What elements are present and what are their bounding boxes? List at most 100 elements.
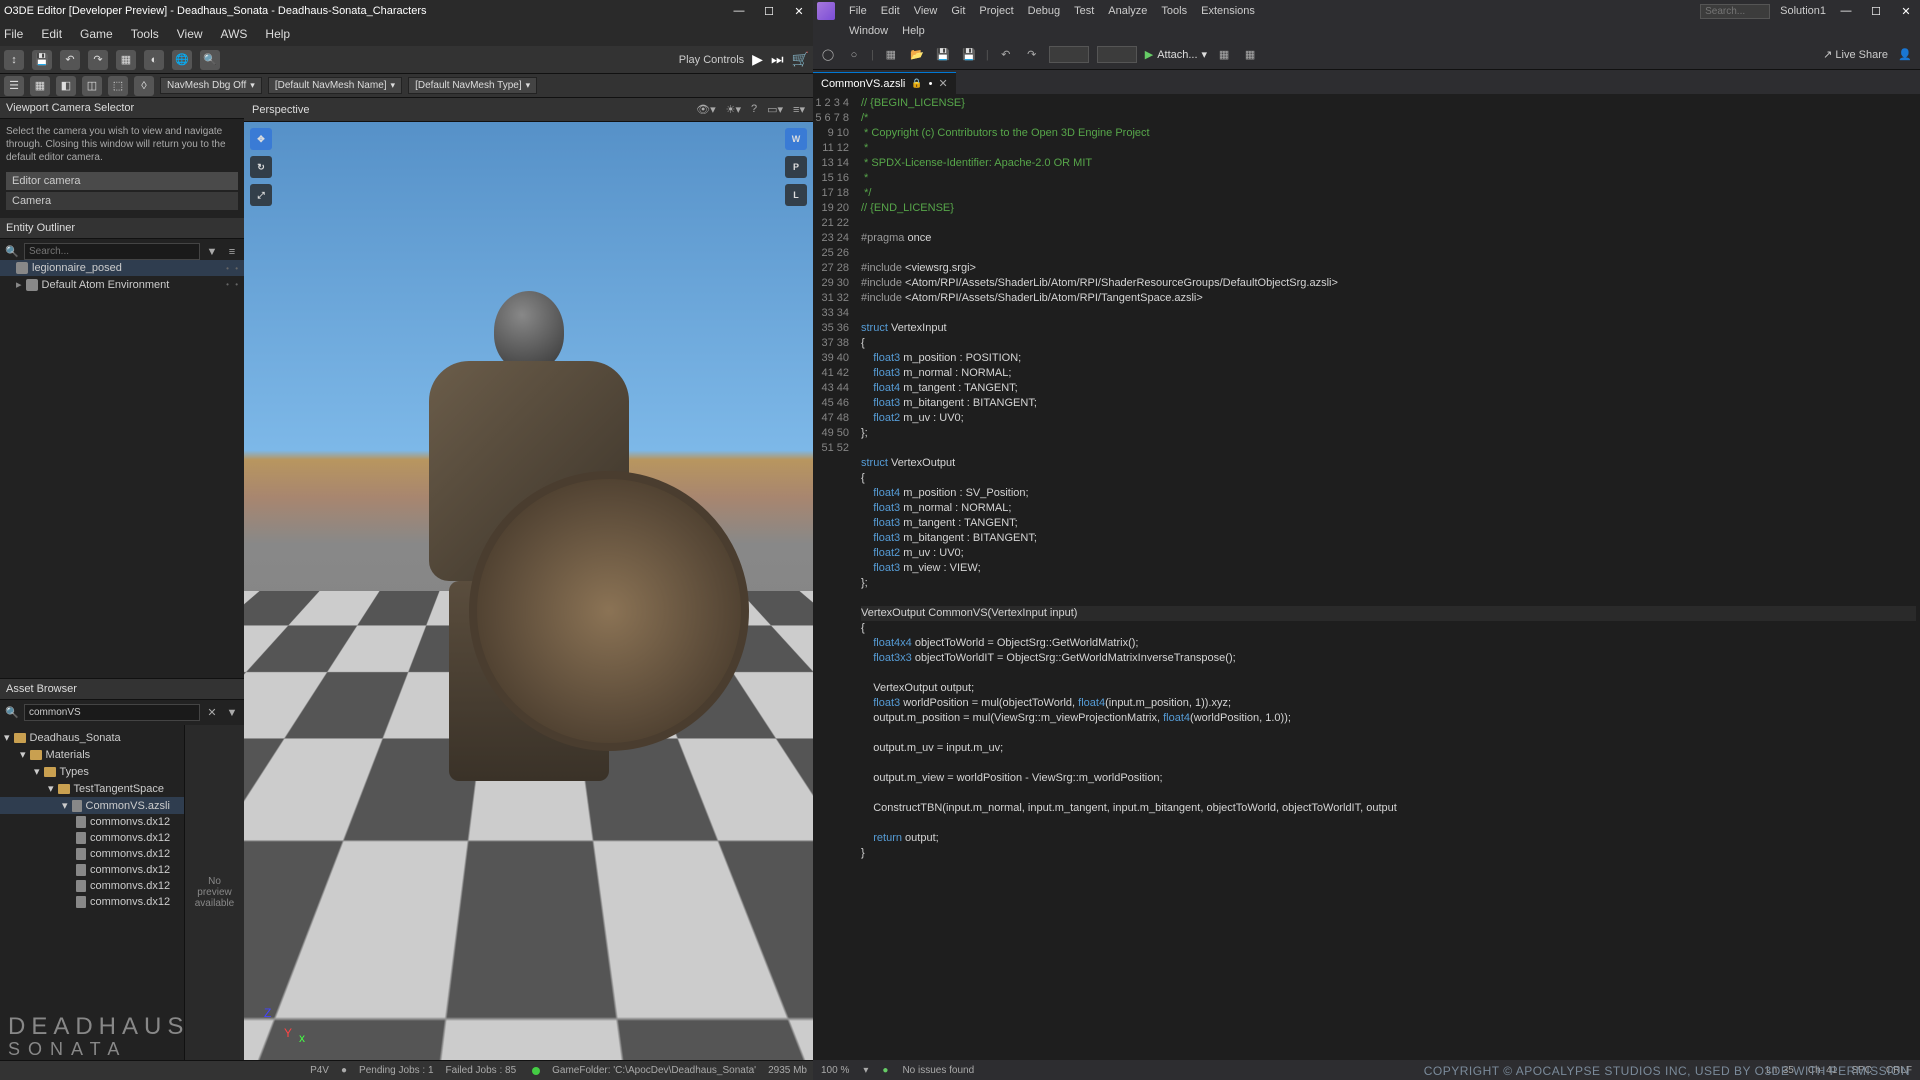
tree-file[interactable]: commonvs.dx12 — [0, 894, 184, 910]
tb-icon[interactable]: ▦ — [1215, 46, 1233, 64]
tree-file[interactable]: commonvs.dx12 — [0, 862, 184, 878]
vs-menu-help[interactable]: Help — [902, 25, 925, 37]
tool-icon[interactable]: ▦ — [116, 50, 136, 70]
tool-icon[interactable]: ◐ — [144, 50, 164, 70]
vs-maximize[interactable]: ☐ — [1866, 1, 1886, 21]
tb-icon[interactable]: ▦ — [1241, 46, 1259, 64]
tree-folder[interactable]: ▾Materials — [0, 746, 184, 763]
item-dots[interactable]: • • — [226, 280, 240, 289]
camera-item-camera[interactable]: Camera — [6, 192, 238, 210]
vs-menu-view[interactable]: View — [914, 5, 938, 17]
cart-icon[interactable]: 🛒 — [792, 51, 809, 68]
filter-icon[interactable]: ▼ — [204, 244, 220, 260]
menu-view[interactable]: View — [177, 27, 203, 41]
vs-close[interactable]: ✕ — [1896, 1, 1916, 21]
step-button[interactable]: ⏭ — [771, 51, 784, 68]
help-icon[interactable]: ? — [751, 103, 757, 116]
vs-menu-file[interactable]: File — [849, 5, 867, 17]
vs-menu-extensions[interactable]: Extensions — [1201, 5, 1255, 17]
vs-search[interactable] — [1700, 4, 1770, 19]
vs-menu-test[interactable]: Test — [1074, 5, 1094, 17]
tool-icon[interactable]: ↶ — [60, 50, 80, 70]
badge-l[interactable]: L — [785, 184, 807, 206]
tree-folder[interactable]: ▾Deadhaus_Sonata — [0, 729, 184, 746]
nav-icon[interactable]: ◫ — [82, 76, 102, 96]
item-dots[interactable]: • • — [226, 264, 240, 273]
outliner-item[interactable]: legionnaire_posed • • — [0, 260, 244, 276]
menu-icon[interactable]: ≡▾ — [793, 103, 805, 116]
nav-icon[interactable]: ◊ — [134, 76, 154, 96]
vp-icon[interactable]: ▭▾ — [767, 103, 783, 116]
zoom[interactable]: 100 % — [821, 1065, 849, 1076]
menu-game[interactable]: Game — [80, 27, 113, 41]
play-button[interactable]: ▶ — [752, 51, 763, 68]
badge-p[interactable]: P — [785, 156, 807, 178]
scale-tool[interactable]: ⤢ — [250, 184, 272, 206]
badge-w[interactable]: W — [785, 128, 807, 150]
pin-icon[interactable]: 🔒 — [911, 78, 922, 89]
new-icon[interactable]: ▦ — [882, 46, 900, 64]
live-share-button[interactable]: ↗ Live Share — [1823, 48, 1888, 61]
config-combo[interactable] — [1049, 46, 1089, 63]
asset-search[interactable] — [24, 704, 200, 721]
account-icon[interactable]: 👤 — [1896, 46, 1914, 64]
vs-menu-git[interactable]: Git — [951, 5, 965, 17]
tree-file[interactable]: commonvs.dx12 — [0, 830, 184, 846]
nav-fwd-icon[interactable]: ○ — [845, 46, 863, 64]
vp-icon[interactable]: 👁▾ — [696, 103, 716, 116]
save-icon[interactable]: 💾 — [934, 46, 952, 64]
vs-minimize[interactable]: — — [1836, 1, 1856, 21]
undo-icon[interactable]: ↶ — [997, 46, 1015, 64]
tree-file[interactable]: ▾CommonVS.azsli — [0, 797, 184, 814]
tool-icon[interactable]: 🌐 — [172, 50, 192, 70]
filter-icon[interactable]: ▼ — [224, 705, 240, 721]
platform-combo[interactable] — [1097, 46, 1137, 63]
menu-edit[interactable]: Edit — [41, 27, 62, 41]
navmesh-debug-combo[interactable]: NavMesh Dbg Off — [160, 77, 262, 94]
move-tool[interactable]: ✥ — [250, 128, 272, 150]
code-area[interactable]: // {BEGIN_LICENSE} /* * Copyright (c) Co… — [857, 94, 1920, 1060]
nav-back-icon[interactable]: ◯ — [819, 46, 837, 64]
tool-icon[interactable]: ↷ — [88, 50, 108, 70]
nav-icon[interactable]: ⬚ — [108, 76, 128, 96]
tool-icon[interactable]: 🔍 — [200, 50, 220, 70]
vp-icon[interactable]: ☀▾ — [726, 103, 741, 116]
attach-button[interactable]: ▶Attach...▾ — [1145, 48, 1207, 61]
vs-menu-analyze[interactable]: Analyze — [1108, 5, 1147, 17]
code-editor[interactable]: 1 2 3 4 5 6 7 8 9 10 11 12 13 14 15 16 1… — [813, 94, 1920, 1060]
nav-icon[interactable]: ◧ — [56, 76, 76, 96]
tree-folder[interactable]: ▾TestTangentSpace — [0, 780, 184, 797]
vs-tab-active[interactable]: CommonVS.azsli 🔒 • ✕ — [813, 72, 956, 94]
close-tab-icon[interactable]: ✕ — [938, 77, 947, 90]
tree-folder[interactable]: ▾Types — [0, 763, 184, 780]
navmesh-name-combo[interactable]: [Default NavMesh Name] — [268, 77, 402, 94]
tree-file[interactable]: commonvs.dx12 — [0, 846, 184, 862]
tree-file[interactable]: commonvs.dx12 — [0, 878, 184, 894]
vs-menu-window[interactable]: Window — [849, 25, 888, 37]
close-button[interactable]: ✕ — [789, 1, 809, 21]
tool-icon[interactable]: ↕ — [4, 50, 24, 70]
open-icon[interactable]: 📂 — [908, 46, 926, 64]
clear-icon[interactable]: ✕ — [204, 705, 220, 721]
menu-file[interactable]: File — [4, 27, 23, 41]
menu-aws[interactable]: AWS — [221, 27, 248, 41]
vs-menu-debug[interactable]: Debug — [1028, 5, 1060, 17]
camera-item-editor[interactable]: Editor camera — [6, 172, 238, 190]
menu-help[interactable]: Help — [265, 27, 290, 41]
navmesh-type-combo[interactable]: [Default NavMesh Type] — [408, 77, 537, 94]
tree-file[interactable]: commonvs.dx12 — [0, 814, 184, 830]
vs-menu-tools[interactable]: Tools — [1161, 5, 1187, 17]
maximize-button[interactable]: ☐ — [759, 1, 779, 21]
tool-icon[interactable]: 💾 — [32, 50, 52, 70]
rotate-tool[interactable]: ↻ — [250, 156, 272, 178]
nav-icon[interactable]: ▦ — [30, 76, 50, 96]
vs-menu-project[interactable]: Project — [979, 5, 1013, 17]
outliner-search[interactable] — [24, 243, 200, 260]
minimize-button[interactable]: — — [729, 1, 749, 21]
menu-tools[interactable]: Tools — [131, 27, 159, 41]
viewport-3d[interactable]: ✥ ↻ ⤢ W P L Z Yx — [244, 122, 813, 1060]
menu-icon[interactable]: ≡ — [224, 244, 240, 260]
saveall-icon[interactable]: 💾 — [960, 46, 978, 64]
outliner-item[interactable]: ▸ Default Atom Environment • • — [0, 276, 244, 293]
nav-icon[interactable]: ☰ — [4, 76, 24, 96]
